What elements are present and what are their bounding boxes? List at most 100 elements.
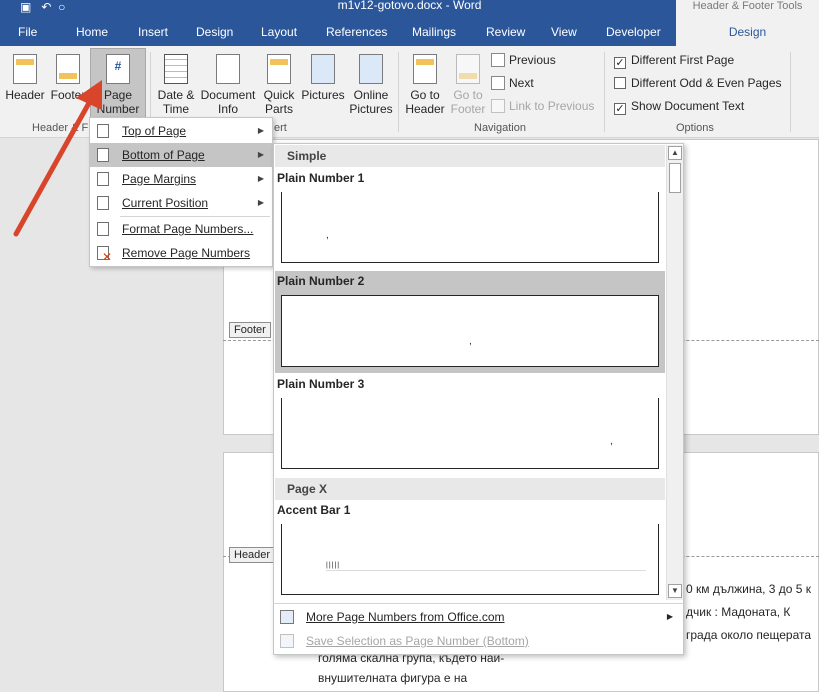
document-text-line: 0 км дължина, 3 до 5 к (686, 582, 812, 596)
menu-item-bottom-of-page[interactable]: Bottom of Page ▶ (90, 143, 272, 167)
document-info-button[interactable]: Document Info (199, 48, 257, 116)
gallery-item-label: Accent Bar 1 (277, 503, 351, 517)
scroll-thumb[interactable] (669, 163, 681, 193)
pictures-label: Pictures (301, 88, 345, 102)
checkbox-box: ✓ (614, 57, 626, 69)
document-info-icon (216, 54, 240, 84)
save-selection-label: Save Selection as Page Number (Bottom) (306, 634, 529, 648)
page-number-mark: , (469, 336, 472, 347)
group-label-navigation: Navigation (474, 122, 526, 134)
go-to-header-label-1: Go to (410, 88, 440, 102)
gallery-separator (274, 603, 683, 604)
gallery-section-page-x: Page X (275, 478, 665, 500)
submenu-arrow-icon: ▶ (257, 126, 264, 135)
previous-icon (491, 53, 505, 67)
submenu-arrow-icon: ▶ (257, 174, 264, 183)
group-separator (398, 52, 399, 132)
bottom-of-page-gallery: Simple Plain Number 1 , Plain Number 2 ,… (273, 143, 684, 655)
contextual-tab-title: Header & Footer Tools (676, 0, 819, 18)
document-info-label-1: Document (200, 88, 256, 102)
menu-item-page-margins[interactable]: Page Margins ▶ (90, 167, 272, 191)
menu-item-label: Remove Page Numbers (122, 246, 251, 260)
gallery-item-plain-number-3[interactable]: , (281, 398, 659, 469)
calendar-icon (164, 54, 188, 84)
gallery-item-plain-number-2[interactable]: , (281, 295, 659, 367)
page-number-mark: , (326, 230, 329, 241)
checkbox-box (614, 77, 626, 89)
online-pictures-label-2: Pictures (349, 102, 393, 116)
document-text-line: внушителната фигура е на (318, 671, 468, 685)
tab-insert[interactable]: Insert (138, 18, 168, 46)
gallery-scrollbar[interactable]: ▲ ▼ (666, 145, 683, 600)
tab-mailings[interactable]: Mailings (412, 18, 456, 46)
tab-design-doc[interactable]: Design (196, 18, 233, 46)
more-page-numbers-button[interactable]: More Page Numbers from Office.com ▶ (274, 605, 683, 629)
different-first-page-checkbox[interactable]: ✓ Different First Page (614, 50, 734, 70)
tab-view[interactable]: View (551, 18, 577, 46)
header-tag: Header (229, 547, 276, 563)
online-pictures-button[interactable]: Online Pictures (348, 48, 394, 116)
menu-item-top-of-page[interactable]: Top of Page ▶ (90, 119, 272, 143)
more-page-numbers-label: More Page Numbers from Office.com (306, 610, 505, 624)
tab-layout[interactable]: Layout (261, 18, 297, 46)
page-number-mark: , (610, 436, 613, 447)
different-odd-even-label: Different Odd & Even Pages (631, 76, 782, 90)
date-time-label-2: Time (162, 102, 190, 116)
next-button[interactable]: Next (491, 73, 534, 93)
date-time-button[interactable]: Date & Time (153, 48, 199, 116)
gallery-item-plain-number-1[interactable]: , (281, 192, 659, 263)
checkbox-box: ✓ (614, 103, 626, 115)
submenu-arrow-icon: ▶ (257, 198, 264, 207)
menu-item-current-position[interactable]: Current Position ▶ (90, 191, 272, 215)
group-label-options: Options (676, 122, 714, 134)
accent-bar-mark-icon: ||||| (326, 562, 341, 569)
document-info-label-2: Info (217, 102, 238, 116)
different-odd-even-checkbox[interactable]: Different Odd & Even Pages (614, 73, 782, 93)
office-online-icon (280, 610, 294, 624)
menu-item-label: Current Position (122, 196, 209, 210)
scroll-up-icon[interactable]: ▲ (668, 146, 682, 160)
go-to-footer-icon (456, 54, 480, 84)
menu-item-format-page-numbers[interactable]: Format Page Numbers... (90, 217, 272, 241)
save-selection-icon (280, 634, 294, 648)
menu-item-label: Top of Page (122, 124, 187, 138)
go-to-footer-button[interactable]: Go to Footer (447, 48, 489, 116)
tab-review[interactable]: Review (486, 18, 525, 46)
footer-tag: Footer (229, 322, 271, 338)
tab-home[interactable]: Home (76, 18, 108, 46)
link-to-previous-button[interactable]: Link to Previous (491, 96, 594, 116)
gallery-item-label: Plain Number 2 (277, 274, 365, 288)
link-icon (491, 99, 505, 113)
red-x-icon: ✕ (102, 250, 113, 264)
menu-item-remove-page-numbers[interactable]: ✕ Remove Page Numbers (90, 241, 272, 265)
tab-design-header-footer[interactable]: Design (676, 18, 819, 46)
different-first-page-label: Different First Page (631, 53, 735, 67)
go-to-footer-label-1: Go to (453, 88, 483, 102)
date-time-label-1: Date & (157, 88, 195, 102)
go-to-header-button[interactable]: Go to Header (403, 48, 447, 116)
save-selection-button[interactable]: Save Selection as Page Number (Bottom) (274, 629, 683, 653)
menu-item-label: Format Page Numbers... (122, 222, 254, 236)
accent-bar-line (326, 570, 646, 571)
show-document-text-label: Show Document Text (631, 99, 745, 113)
globe-icon (359, 54, 383, 84)
gallery-item-label: Plain Number 3 (277, 377, 365, 391)
quick-parts-button[interactable]: Quick Parts (259, 48, 299, 116)
scroll-down-icon[interactable]: ▼ (668, 584, 682, 598)
tab-references[interactable]: References (326, 18, 387, 46)
gallery-section-simple: Simple (275, 145, 665, 167)
pictures-icon (311, 54, 335, 84)
gallery-item-accent-bar-1[interactable]: ||||| (281, 524, 659, 595)
tab-file[interactable]: File (18, 18, 37, 46)
tab-developer[interactable]: Developer (606, 18, 661, 46)
gallery-item-label: Plain Number 1 (277, 171, 365, 185)
group-label-insert: ert (274, 122, 287, 134)
pictures-button[interactable]: Pictures (300, 48, 346, 102)
document-text-line: дчик : Мадоната, К (686, 605, 791, 619)
previous-button[interactable]: Previous (491, 50, 556, 70)
show-document-text-checkbox[interactable]: ✓ Show Document Text (614, 96, 744, 116)
page-number-menu: Top of Page ▶ Bottom of Page ▶ Page Marg… (89, 117, 273, 267)
previous-label: Previous (509, 53, 556, 67)
go-to-footer-label-2: Footer (450, 102, 486, 116)
group-separator (604, 52, 605, 132)
